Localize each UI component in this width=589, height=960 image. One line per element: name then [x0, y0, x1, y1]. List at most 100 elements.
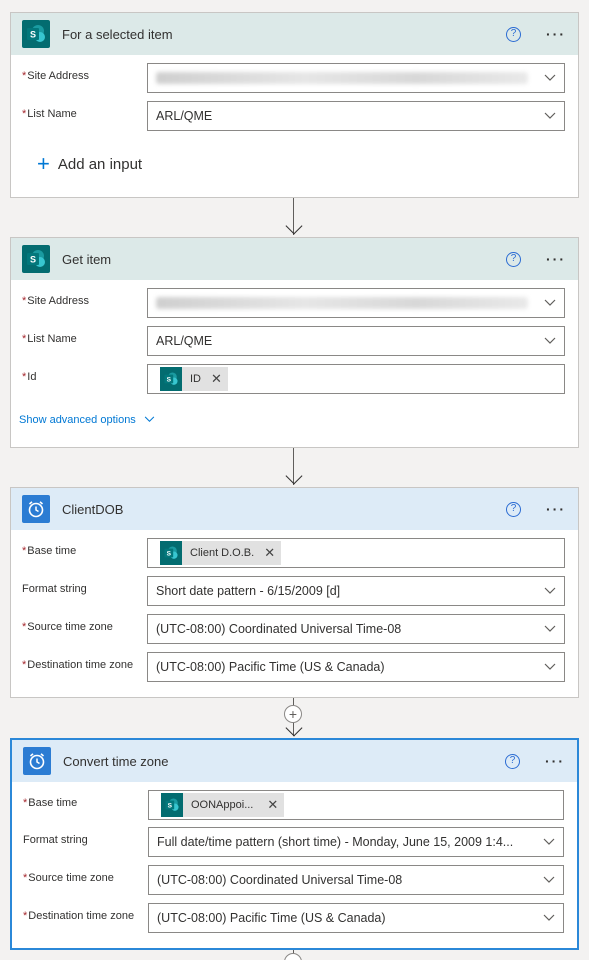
- destination-time-zone-value: (UTC-08:00) Pacific Time (US & Canada): [156, 660, 385, 674]
- chevron-down-icon[interactable]: [535, 904, 563, 932]
- more-options-button[interactable]: ···: [544, 501, 568, 517]
- base-time-input[interactable]: S OONAppoi... ✕: [148, 790, 564, 820]
- svg-text:S: S: [167, 377, 172, 384]
- site-address-dropdown[interactable]: [147, 63, 565, 93]
- destination-time-zone-row: *Destination time zone (UTC-08:00) Pacif…: [12, 903, 577, 933]
- chevron-down-icon[interactable]: [536, 615, 564, 643]
- get-item-card[interactable]: S Get item ? ··· *Site Address *List Nam…: [10, 237, 579, 448]
- chevron-down-icon[interactable]: [536, 327, 564, 355]
- id-label: *Id: [22, 371, 37, 383]
- card-header[interactable]: ClientDOB ? ···: [11, 488, 578, 530]
- help-icon[interactable]: ?: [506, 26, 521, 42]
- sharepoint-icon: S: [160, 367, 182, 391]
- chevron-down-icon[interactable]: [535, 828, 563, 856]
- dynamic-content-token[interactable]: S ID ✕: [160, 367, 228, 391]
- more-options-button[interactable]: ···: [543, 753, 567, 769]
- id-input[interactable]: S ID ✕: [147, 364, 565, 394]
- list-name-dropdown[interactable]: ARL/QME: [147, 326, 565, 356]
- help-icon[interactable]: ?: [506, 501, 521, 517]
- destination-time-zone-label: *Destination time zone: [22, 659, 134, 671]
- card-title: For a selected item: [62, 26, 173, 42]
- format-string-row: Format string Short date pattern - 6/15/…: [11, 576, 578, 606]
- list-name-value: ARL/QME: [156, 334, 213, 348]
- svg-text:S: S: [30, 255, 36, 265]
- destination-time-zone-dropdown[interactable]: (UTC-08:00) Pacific Time (US & Canada): [148, 903, 564, 933]
- source-time-zone-value: (UTC-08:00) Coordinated Universal Time-0…: [157, 873, 403, 887]
- base-time-row: *Base time S Client D.O.B. ✕: [11, 538, 578, 568]
- dynamic-content-token[interactable]: S Client D.O.B. ✕: [160, 541, 282, 565]
- source-time-zone-row: *Source time zone (UTC-08:00) Coordinate…: [11, 614, 578, 644]
- show-advanced-options-label: Show advanced options: [19, 414, 136, 426]
- svg-text:S: S: [167, 551, 172, 558]
- format-string-dropdown[interactable]: Short date pattern - 6/15/2009 [d]: [147, 576, 565, 606]
- card-header[interactable]: S For a selected item ? ···: [11, 13, 578, 55]
- chevron-down-icon[interactable]: [536, 577, 564, 605]
- base-time-row: *Base time S OONAppoi... ✕: [12, 790, 577, 820]
- destination-time-zone-dropdown[interactable]: (UTC-08:00) Pacific Time (US & Canada): [147, 652, 565, 682]
- token-label: ID: [190, 373, 201, 385]
- format-string-value: Short date pattern - 6/15/2009 [d]: [156, 584, 341, 598]
- dynamic-content-token[interactable]: S OONAppoi... ✕: [161, 793, 285, 817]
- help-icon[interactable]: ?: [505, 753, 520, 769]
- id-row: *Id S ID ✕: [11, 364, 578, 394]
- show-advanced-options-link[interactable]: Show advanced options: [19, 414, 155, 426]
- source-time-zone-dropdown[interactable]: (UTC-08:00) Coordinated Universal Time-0…: [147, 614, 565, 644]
- add-input-button[interactable]: + Add an input: [37, 153, 142, 175]
- list-name-label: *List Name: [22, 108, 77, 120]
- close-icon[interactable]: ✕: [264, 545, 275, 561]
- list-name-row: *List Name ARL/QME: [11, 326, 578, 356]
- arrow-down-icon: [285, 719, 302, 737]
- chevron-down-icon[interactable]: [536, 64, 564, 92]
- format-string-row: Format string Full date/time pattern (sh…: [12, 827, 577, 857]
- help-icon[interactable]: ?: [506, 251, 521, 267]
- plus-icon: +: [37, 151, 50, 176]
- chevron-down-icon: [144, 414, 155, 426]
- token-label: Client D.O.B.: [190, 547, 255, 559]
- site-address-label: *Site Address: [22, 70, 90, 82]
- base-time-label: *Base time: [22, 545, 77, 557]
- format-string-dropdown[interactable]: Full date/time pattern (short time) - Mo…: [148, 827, 564, 857]
- svg-text:S: S: [30, 30, 36, 40]
- insert-step-button-partial[interactable]: [284, 953, 302, 960]
- card-header[interactable]: Convert time zone ? ···: [12, 740, 577, 782]
- list-name-value: ARL/QME: [156, 109, 213, 123]
- blurred-site-url: [156, 297, 528, 309]
- sharepoint-icon: S: [22, 20, 50, 48]
- client-dob-card[interactable]: ClientDOB ? ··· *Base time S Client D.O.…: [10, 487, 579, 698]
- destination-time-zone-row: *Destination time zone (UTC-08:00) Pacif…: [11, 652, 578, 682]
- sharepoint-icon: S: [22, 245, 50, 273]
- sharepoint-icon: S: [160, 541, 182, 565]
- card-title: Convert time zone: [63, 753, 169, 769]
- site-address-row: *Site Address: [11, 63, 578, 93]
- close-icon[interactable]: ✕: [267, 797, 278, 813]
- sharepoint-icon: S: [161, 793, 183, 817]
- chevron-down-icon[interactable]: [536, 102, 564, 130]
- source-time-zone-dropdown[interactable]: (UTC-08:00) Coordinated Universal Time-0…: [148, 865, 564, 895]
- source-time-zone-label: *Source time zone: [22, 621, 113, 633]
- convert-time-zone-card[interactable]: Convert time zone ? ··· *Base time S OON…: [10, 738, 579, 950]
- chevron-down-icon[interactable]: [536, 653, 564, 681]
- base-time-label: *Base time: [23, 797, 78, 809]
- more-options-button[interactable]: ···: [544, 26, 568, 42]
- destination-time-zone-value: (UTC-08:00) Pacific Time (US & Canada): [157, 911, 386, 925]
- format-string-value: Full date/time pattern (short time) - Mo…: [157, 835, 514, 849]
- site-address-row: *Site Address: [11, 288, 578, 318]
- more-options-button[interactable]: ···: [544, 251, 568, 267]
- source-time-zone-row: *Source time zone (UTC-08:00) Coordinate…: [12, 865, 577, 895]
- blurred-site-url: [156, 72, 528, 84]
- format-string-label: Format string: [23, 834, 88, 846]
- trigger-card[interactable]: S For a selected item ? ··· *Site Addres…: [10, 12, 579, 198]
- base-time-input[interactable]: S Client D.O.B. ✕: [147, 538, 565, 568]
- destination-time-zone-label: *Destination time zone: [23, 910, 135, 922]
- close-icon[interactable]: ✕: [211, 371, 222, 387]
- arrow-down-icon: [285, 217, 302, 235]
- list-name-dropdown[interactable]: ARL/QME: [147, 101, 565, 131]
- chevron-down-icon[interactable]: [536, 289, 564, 317]
- card-header[interactable]: S Get item ? ···: [11, 238, 578, 280]
- arrow-down-icon: [285, 467, 302, 485]
- chevron-down-icon[interactable]: [535, 866, 563, 894]
- add-input-label: Add an input: [57, 155, 143, 173]
- source-time-zone-label: *Source time zone: [23, 872, 114, 884]
- site-address-dropdown[interactable]: [147, 288, 565, 318]
- token-label: OONAppoi...: [191, 799, 254, 811]
